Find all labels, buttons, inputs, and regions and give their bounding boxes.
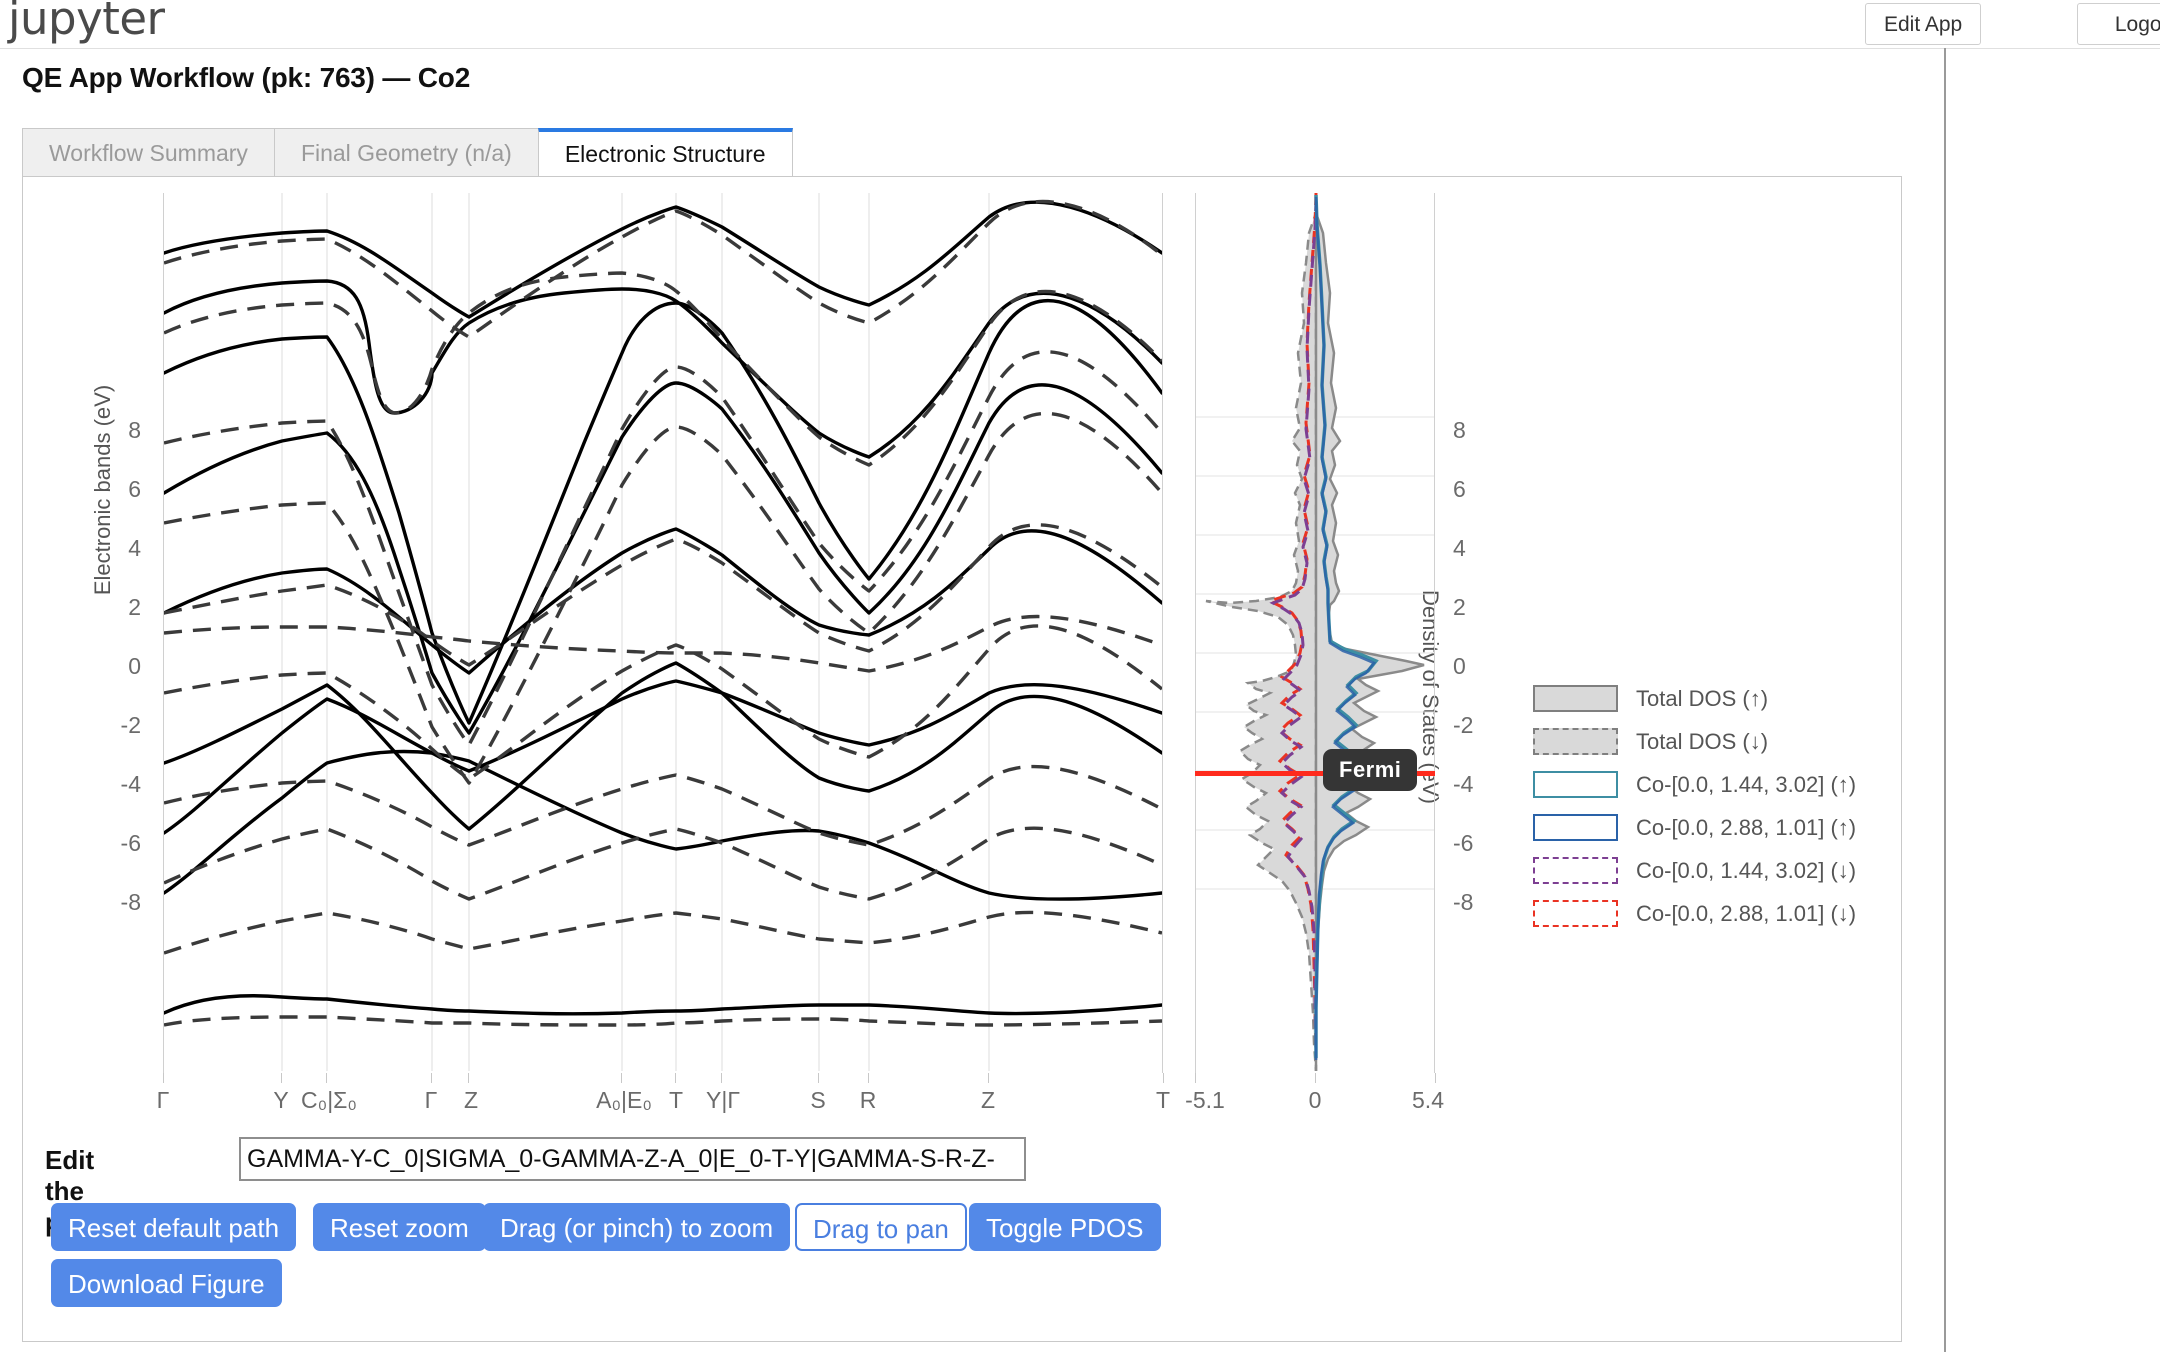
dos-ytick-0: 0 [1453, 653, 1466, 679]
legend-item[interactable]: Co-[0.0, 1.44, 3.02] (↓) [1533, 849, 1863, 892]
dos-xtick-min: -5.1 [1185, 1087, 1225, 1113]
xtickmark-a0e0 [621, 1073, 622, 1083]
tab-final-geometry[interactable]: Final Geometry (n/a) [274, 128, 539, 176]
band-ytick-8: 8 [128, 417, 141, 443]
xtick-gamma-1: Γ [156, 1087, 170, 1113]
legend-swatch-total-dos-up [1533, 685, 1618, 712]
toggle-pdos-button[interactable]: Toggle PDOS [969, 1203, 1161, 1251]
xtick-ygamma: Y|Γ [706, 1087, 740, 1113]
band-ytick-0: 0 [128, 653, 141, 679]
band-ytick-m2: -2 [120, 712, 141, 738]
xtick-y: Y [273, 1087, 289, 1113]
legend-item[interactable]: Co-[0.0, 1.44, 3.02] (↑) [1533, 763, 1863, 806]
dos-ytick-6: 6 [1453, 476, 1466, 502]
tab-workflow-summary[interactable]: Workflow Summary [22, 128, 275, 176]
panel-divider [1944, 48, 1946, 1352]
xtickmark-y [281, 1073, 282, 1083]
xtick-z-1: Z [463, 1087, 479, 1113]
xtick-gamma-2: Γ [424, 1087, 438, 1113]
dos-ytick-4: 4 [1453, 535, 1466, 561]
xtickmark-z-2 [988, 1073, 989, 1083]
xtickmark-r [868, 1073, 869, 1083]
band-ytick-m4: -4 [120, 771, 141, 797]
legend-item[interactable]: Co-[0.0, 2.88, 1.01] (↓) [1533, 892, 1863, 935]
legend-label: Co-[0.0, 1.44, 3.02] (↑) [1636, 771, 1857, 797]
tab-electronic-structure[interactable]: Electronic Structure [537, 128, 793, 176]
legend-label: Co-[0.0, 2.88, 1.01] (↑) [1636, 814, 1857, 840]
xtickmark-s [818, 1073, 819, 1083]
xtickmark-dos-max [1435, 1073, 1436, 1083]
xtickmark-gamma-2 [431, 1073, 432, 1083]
xtickmark-dos-min [1195, 1073, 1196, 1083]
logout-button[interactable]: Logout [2077, 3, 2160, 45]
xtickmark-t-1 [675, 1073, 676, 1083]
band-ytick-6: 6 [128, 476, 141, 502]
xtick-r: R [859, 1087, 877, 1113]
dos-plot[interactable] [1195, 193, 1435, 1073]
jupyter-logo: jupyter [8, 0, 165, 45]
dos-ytick-m6: -6 [1453, 830, 1474, 856]
jupyter-toolbar: jupyter Edit App Logout [0, 0, 2160, 49]
dos-xtick-0: 0 [1308, 1087, 1322, 1113]
dos-ytick-8: 8 [1453, 417, 1466, 443]
xtick-a0e0: A₀|E₀ [596, 1087, 652, 1113]
dos-xtick-max: 5.4 [1412, 1087, 1444, 1113]
fermi-tooltip: Fermi [1323, 749, 1418, 791]
dos-legend: Total DOS (↑) Total DOS (↓) Co-[0.0, 1.4… [1533, 677, 1863, 935]
tab-bar: Workflow Summary Final Geometry (n/a) El… [22, 128, 793, 176]
dos-curves-svg [1196, 193, 1434, 1071]
path-input[interactable] [239, 1137, 1026, 1181]
xtick-z-2: Z [980, 1087, 996, 1113]
legend-item[interactable]: Total DOS (↑) [1533, 677, 1863, 720]
band-dos-figure[interactable]: Electronic bands (eV) Density of States … [23, 177, 1901, 1113]
edit-app-button[interactable]: Edit App [1865, 3, 1982, 45]
band-ytick-m6: -6 [120, 830, 141, 856]
dos-ytick-m4: -4 [1453, 771, 1474, 797]
band-curves-svg [164, 193, 1162, 1071]
legend-label: Total DOS (↓) [1636, 728, 1769, 754]
download-figure-button[interactable]: Download Figure [51, 1259, 282, 1307]
band-ytick-m8: -8 [120, 889, 141, 915]
xtickmark-dos-0 [1315, 1073, 1316, 1083]
reset-zoom-button[interactable]: Reset zoom [313, 1203, 486, 1251]
xtickmark-c0s0 [326, 1073, 327, 1083]
xtick-t-1: T [668, 1087, 684, 1113]
electronic-structure-panel: Electronic bands (eV) Density of States … [22, 176, 1902, 1342]
legend-item[interactable]: Co-[0.0, 2.88, 1.01] (↑) [1533, 806, 1863, 849]
reset-default-path-button[interactable]: Reset default path [51, 1203, 297, 1251]
legend-swatch-co-1-down [1533, 857, 1618, 884]
band-structure-plot[interactable] [163, 193, 1163, 1073]
dos-ytick-m2: -2 [1453, 712, 1474, 738]
xtick-c0s0: C₀|Σ₀ [301, 1087, 357, 1113]
xtickmark-gamma-1 [163, 1073, 164, 1083]
page-title: QE App Workflow (pk: 763) — Co2 [22, 62, 471, 93]
band-ytick-2: 2 [128, 594, 141, 620]
xtickmark-t-2 [1163, 1073, 1164, 1083]
xtickmark-ygamma [721, 1073, 722, 1083]
xtick-s: S [810, 1087, 826, 1113]
band-ytick-4: 4 [128, 535, 141, 561]
drag-to-zoom-button[interactable]: Drag (or pinch) to zoom [483, 1203, 791, 1251]
legend-label: Co-[0.0, 2.88, 1.01] (↓) [1636, 900, 1857, 926]
xtick-t-2: T [1155, 1087, 1171, 1113]
dos-ytick-2: 2 [1453, 594, 1466, 620]
dos-ytick-m8: -8 [1453, 889, 1474, 915]
legend-swatch-total-dos-down [1533, 728, 1618, 755]
legend-swatch-co-1-up [1533, 771, 1618, 798]
legend-label: Co-[0.0, 1.44, 3.02] (↓) [1636, 857, 1857, 883]
drag-to-pan-button[interactable]: Drag to pan [795, 1203, 967, 1251]
xtickmark-z-1 [468, 1073, 469, 1083]
legend-label: Total DOS (↑) [1636, 685, 1769, 711]
legend-swatch-co-2-down [1533, 900, 1618, 927]
legend-item[interactable]: Total DOS (↓) [1533, 720, 1863, 763]
legend-swatch-co-2-up [1533, 814, 1618, 841]
